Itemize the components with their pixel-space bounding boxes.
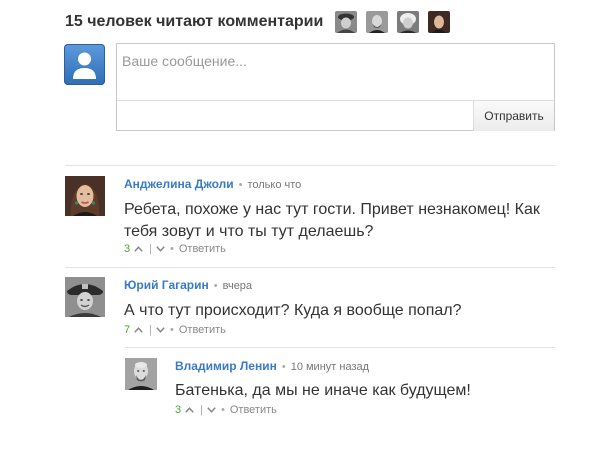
- action-separator: •: [169, 324, 174, 336]
- meta-separator: •: [238, 179, 243, 191]
- reader-avatar[interactable]: [335, 11, 358, 33]
- comment-text: А что тут происходит? Куда я вообще попа…: [124, 302, 462, 319]
- upvote-icon[interactable]: [133, 244, 144, 255]
- comment-time[interactable]: вчера: [223, 280, 252, 292]
- reply-link[interactable]: Ответить: [179, 324, 226, 336]
- comment-item-reply: Владимир Ленин • 10 минут назад Батенька, …: [125, 358, 555, 422]
- upvote-icon[interactable]: [133, 325, 144, 336]
- soldier-avatar-icon: [335, 11, 358, 33]
- comment-score: 3: [124, 243, 131, 255]
- comment-actions: 7 | • Ответить: [124, 324, 226, 336]
- reply-link[interactable]: Ответить: [230, 404, 277, 416]
- action-separator: |: [200, 404, 203, 416]
- divider: [125, 347, 555, 348]
- comment-time[interactable]: 10 минут назад: [291, 361, 369, 373]
- jolie-avatar-icon: [428, 11, 451, 33]
- comment-avatar[interactable]: [65, 176, 105, 216]
- reader-avatar[interactable]: [428, 11, 451, 33]
- lenin-avatar-icon: [366, 11, 389, 33]
- user-silhouette-icon: [73, 52, 96, 79]
- divider: [65, 165, 555, 166]
- action-separator: |: [149, 324, 152, 336]
- message-input[interactable]: [117, 44, 554, 100]
- reader-avatar[interactable]: [366, 11, 389, 33]
- comment-avatar[interactable]: [65, 277, 105, 317]
- upvote-icon[interactable]: [184, 405, 195, 416]
- comment-score: 3: [175, 404, 182, 416]
- comment-author[interactable]: Анджелина Джоли: [124, 177, 234, 191]
- comment-actions: 3 | • Ответить: [124, 243, 226, 255]
- comment-author[interactable]: Владимир Ленин: [175, 359, 277, 373]
- readers-header: 15 человек читают комментарии: [65, 8, 451, 36]
- comment-meta: Анджелина Джоли • только что: [124, 177, 301, 191]
- send-button[interactable]: Отправить: [473, 101, 554, 131]
- downvote-icon[interactable]: [155, 244, 166, 255]
- action-separator: •: [220, 404, 225, 416]
- divider: [65, 267, 555, 268]
- comment-text: Батенька, да мы не иначе как будущем!: [175, 382, 471, 399]
- comment-text: Ребета, похоже у нас тут гости. Привет н…: [124, 201, 540, 240]
- comment-composer: Отправить: [116, 43, 555, 131]
- comment-meta: Владимир Ленин • 10 минут назад: [175, 359, 369, 373]
- einstein-avatar-icon: [397, 11, 420, 33]
- lenin-avatar-icon: [125, 358, 157, 390]
- comment-meta: Юрий Гагарин • вчера: [124, 278, 252, 292]
- comment-item: Юрий Гагарин • вчера А что тут происходит?…: [65, 277, 555, 341]
- reply-link[interactable]: Ответить: [179, 243, 226, 255]
- readers-list: [335, 11, 451, 33]
- reader-avatar[interactable]: [397, 11, 420, 33]
- jolie-avatar-icon: [65, 176, 105, 216]
- comment-time[interactable]: только что: [247, 179, 301, 191]
- current-user-avatar: [64, 44, 105, 85]
- meta-separator: •: [213, 280, 218, 292]
- comment-actions: 3 | • Ответить: [175, 404, 277, 416]
- comment-avatar[interactable]: [125, 358, 157, 390]
- meta-separator: •: [281, 361, 286, 373]
- downvote-icon[interactable]: [155, 325, 166, 336]
- composer-toolbar: Отправить: [117, 100, 554, 131]
- comment-author[interactable]: Юрий Гагарин: [124, 278, 209, 292]
- downvote-icon[interactable]: [206, 405, 217, 416]
- comment-item: Анджелина Джоли • только что Ребета, похож…: [65, 176, 555, 260]
- comment-score: 7: [124, 324, 131, 336]
- action-separator: |: [149, 243, 152, 255]
- action-separator: •: [169, 243, 174, 255]
- readers-count-title: 15 человек читают комментарии: [65, 13, 324, 30]
- gagarin-avatar-icon: [65, 277, 105, 317]
